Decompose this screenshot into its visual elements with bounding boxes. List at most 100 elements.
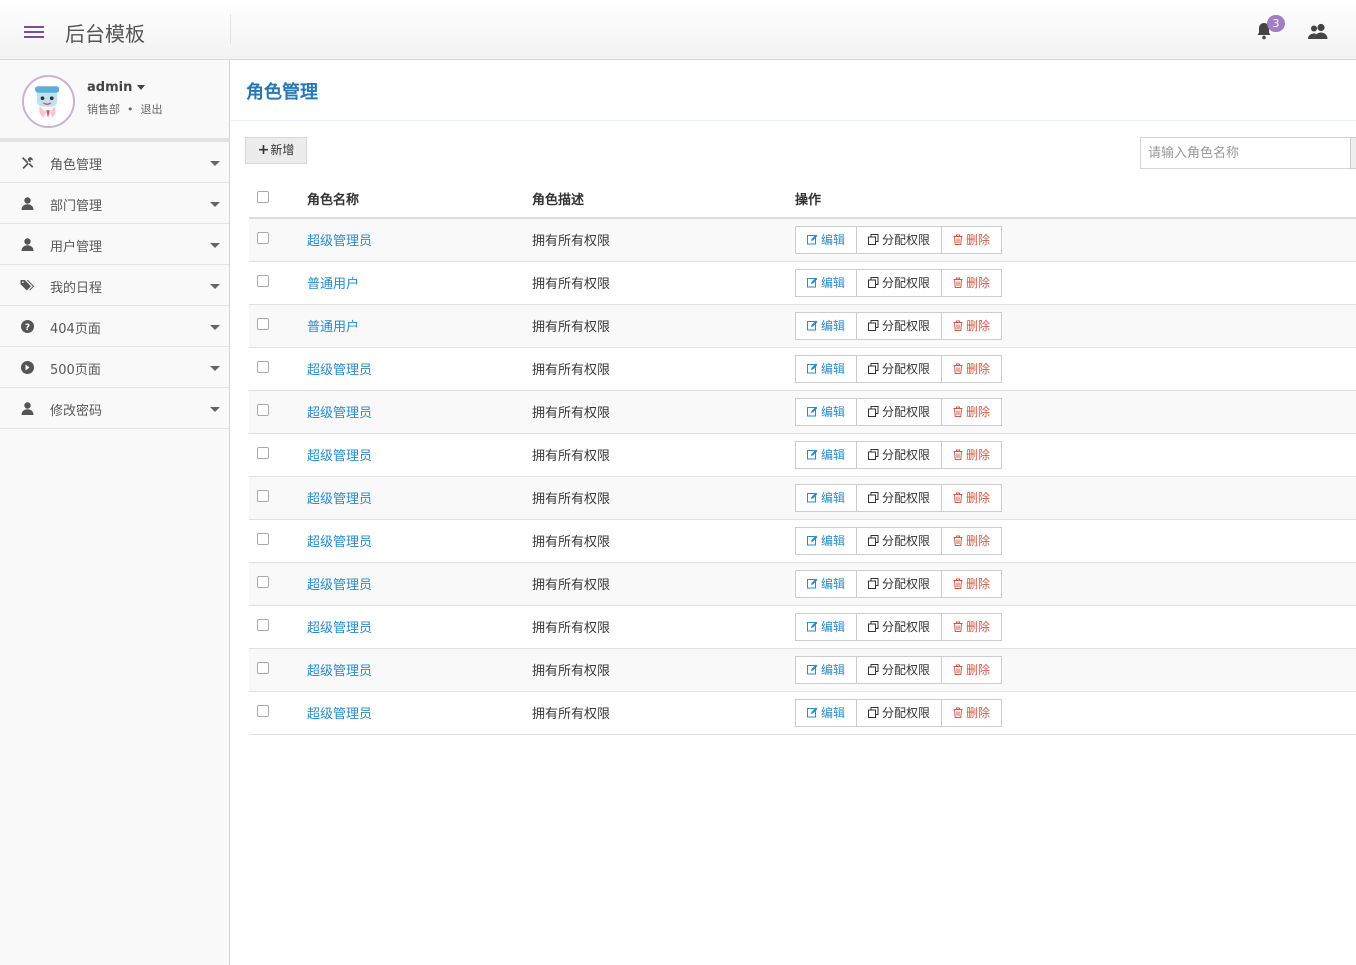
sidebar-item-department-management[interactable]: 部门管理 xyxy=(0,183,229,224)
users-icon[interactable] xyxy=(1307,23,1329,39)
edit-button-label: 编辑 xyxy=(821,448,846,462)
copy-icon xyxy=(868,363,879,374)
role-name-link[interactable]: 超级管理员 xyxy=(307,363,372,378)
row-checkbox[interactable] xyxy=(257,275,269,287)
delete-button[interactable]: 删除 xyxy=(941,483,1003,512)
delete-button[interactable]: 删除 xyxy=(941,268,1003,297)
sidebar-item-label: 404页面 xyxy=(50,322,101,337)
row-checkbox[interactable] xyxy=(257,619,269,631)
row-checkbox[interactable] xyxy=(257,533,269,545)
sidebar-item-500-page[interactable]: 500页面 xyxy=(0,347,229,388)
row-checkbox[interactable] xyxy=(257,705,269,717)
edit-button[interactable]: 编辑 xyxy=(795,655,858,684)
assign-permission-button[interactable]: 分配权限 xyxy=(856,569,943,598)
sidebar-item-role-management[interactable]: 角色管理 xyxy=(0,142,229,183)
delete-button[interactable]: 删除 xyxy=(941,225,1003,254)
role-name-link[interactable]: 超级管理员 xyxy=(307,406,372,421)
trash-icon xyxy=(953,535,963,546)
row-checkbox[interactable] xyxy=(257,361,269,373)
role-name-link[interactable]: 超级管理员 xyxy=(307,492,372,507)
sidebar-item-user-management[interactable]: 用户管理 xyxy=(0,224,229,265)
edit-icon xyxy=(807,707,818,718)
notification-badge: 3 xyxy=(1267,15,1285,32)
role-name-link[interactable]: 超级管理员 xyxy=(307,664,372,679)
delete-button[interactable]: 删除 xyxy=(941,397,1003,426)
assign-permission-button[interactable]: 分配权限 xyxy=(856,440,943,469)
avatar[interactable] xyxy=(22,75,75,128)
role-name-cell: 超级管理员 xyxy=(307,562,532,606)
role-name-link[interactable]: 超级管理员 xyxy=(307,621,372,636)
edit-button[interactable]: 编辑 xyxy=(795,268,858,297)
add-button[interactable]: +新增 xyxy=(245,137,307,164)
username-dropdown[interactable]: admin xyxy=(87,80,146,95)
edit-button[interactable]: 编辑 xyxy=(795,526,858,555)
assign-permission-button[interactable]: 分配权限 xyxy=(856,397,943,426)
role-desc-cell: 拥有所有权限 xyxy=(532,433,795,477)
assign-permission-button[interactable]: 分配权限 xyxy=(856,612,943,641)
select-all-checkbox[interactable] xyxy=(257,191,269,203)
edit-button[interactable]: 编辑 xyxy=(795,354,858,383)
role-search-input[interactable] xyxy=(1140,137,1351,169)
row-checkbox-cell xyxy=(249,347,307,391)
edit-button[interactable]: 编辑 xyxy=(795,612,858,641)
assign-permission-button[interactable]: 分配权限 xyxy=(856,311,943,340)
trash-icon xyxy=(953,363,963,374)
row-checkbox[interactable] xyxy=(257,232,269,245)
edit-button[interactable]: 编辑 xyxy=(795,698,858,727)
caret-down-icon xyxy=(137,85,146,90)
edit-button[interactable]: 编辑 xyxy=(795,225,858,254)
row-checkbox[interactable] xyxy=(257,447,269,459)
row-checkbox[interactable] xyxy=(257,404,269,416)
row-action-group: 编辑 分配权限 删除 xyxy=(795,354,1003,383)
delete-button[interactable]: 删除 xyxy=(941,526,1003,555)
assign-permission-button[interactable]: 分配权限 xyxy=(856,655,943,684)
role-name-cell: 超级管理员 xyxy=(307,390,532,434)
row-checkbox[interactable] xyxy=(257,318,269,330)
delete-button[interactable]: 删除 xyxy=(941,311,1003,340)
username-label: admin xyxy=(87,80,133,95)
role-desc-cell: 拥有所有权限 xyxy=(532,562,795,606)
edit-icon xyxy=(807,492,818,503)
search-button[interactable] xyxy=(1350,137,1356,169)
row-checkbox[interactable] xyxy=(257,576,269,588)
role-name-link[interactable]: 超级管理员 xyxy=(307,234,372,249)
assign-permission-button[interactable]: 分配权限 xyxy=(856,354,943,383)
assign-permission-button[interactable]: 分配权限 xyxy=(856,526,943,555)
role-name-link[interactable]: 超级管理员 xyxy=(307,707,372,722)
edit-button[interactable]: 编辑 xyxy=(795,440,858,469)
assign-permission-button[interactable]: 分配权限 xyxy=(856,698,943,727)
delete-button[interactable]: 删除 xyxy=(941,655,1003,684)
edit-icon xyxy=(807,449,818,460)
sidebar-item-my-schedule[interactable]: 我的日程 xyxy=(0,265,229,306)
delete-button-label: 删除 xyxy=(966,577,991,591)
delete-button[interactable]: 删除 xyxy=(941,440,1003,469)
role-name-link[interactable]: 普通用户 xyxy=(307,320,359,335)
role-name-link[interactable]: 超级管理员 xyxy=(307,578,372,593)
delete-button-label: 删除 xyxy=(966,233,991,248)
row-checkbox[interactable] xyxy=(257,662,269,674)
trash-icon xyxy=(953,277,963,288)
role-name-link[interactable]: 超级管理员 xyxy=(307,449,372,464)
edit-button[interactable]: 编辑 xyxy=(795,311,858,340)
delete-button[interactable]: 删除 xyxy=(941,612,1003,641)
row-checkbox[interactable] xyxy=(257,490,269,502)
delete-button[interactable]: 删除 xyxy=(941,698,1003,727)
role-name-link[interactable]: 超级管理员 xyxy=(307,535,372,550)
assign-permission-button[interactable]: 分配权限 xyxy=(856,483,943,512)
edit-button[interactable]: 编辑 xyxy=(795,397,858,426)
assign-permission-button[interactable]: 分配权限 xyxy=(856,225,943,254)
logout-link[interactable]: 退出 xyxy=(141,103,163,116)
sidebar-item-404-page[interactable]: ? 404页面 xyxy=(0,306,229,347)
menu-toggle-icon[interactable] xyxy=(24,26,44,40)
role-name-link[interactable]: 普通用户 xyxy=(307,277,359,292)
edit-button[interactable]: 编辑 xyxy=(795,483,858,512)
edit-button[interactable]: 编辑 xyxy=(795,569,858,598)
caret-down-icon xyxy=(210,325,220,330)
role-desc-cell: 拥有所有权限 xyxy=(532,476,795,520)
sidebar-item-change-password[interactable]: 修改密码 xyxy=(0,388,229,429)
assign-permission-button[interactable]: 分配权限 xyxy=(856,268,943,297)
assign-button-label: 分配权限 xyxy=(882,577,931,591)
delete-button[interactable]: 删除 xyxy=(941,354,1003,383)
delete-button[interactable]: 删除 xyxy=(941,569,1003,598)
assign-button-label: 分配权限 xyxy=(882,620,931,634)
